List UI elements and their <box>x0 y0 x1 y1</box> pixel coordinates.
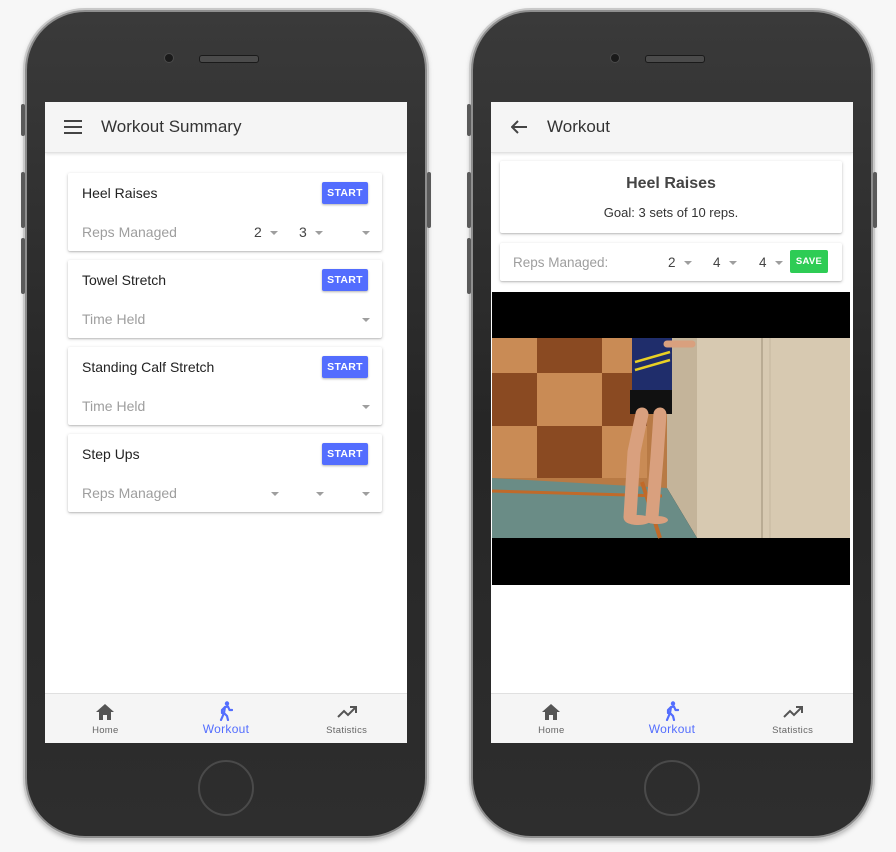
nav-home[interactable]: Home <box>491 694 612 743</box>
phone-frame-left: Workout Summary Heel Raises START Reps M… <box>21 10 431 838</box>
front-camera <box>164 53 174 63</box>
chevron-down-icon <box>362 492 370 497</box>
power-button <box>427 172 431 228</box>
measure-label: Time Held <box>82 398 146 414</box>
trending-up-icon <box>782 702 803 722</box>
video-frame <box>492 292 850 585</box>
chevron-down-icon <box>774 261 783 266</box>
start-button[interactable]: START <box>322 443 368 465</box>
chevron-down-icon <box>362 231 370 236</box>
exercise-name: Towel Stretch <box>82 272 167 288</box>
exercise-card-heel-raises: Heel Raises START Reps Managed 2 3 <box>68 173 382 251</box>
nav-label: Workout <box>648 722 696 736</box>
reps-entry-card: Reps Managed: 2 4 4 SAVE <box>500 243 842 281</box>
nav-label: Home <box>538 724 565 736</box>
walking-person-icon <box>665 701 679 721</box>
measure-label: Time Held <box>82 311 146 327</box>
screen-workout-summary: Workout Summary Heel Raises START Reps M… <box>45 102 407 743</box>
reps-dropdown-set-2[interactable] <box>308 485 324 501</box>
save-button[interactable]: SAVE <box>790 250 828 273</box>
exercise-info-card: Heel Raises Goal: 3 sets of 10 reps. <box>500 161 842 233</box>
power-button <box>873 172 877 228</box>
start-button[interactable]: START <box>322 269 368 291</box>
home-icon <box>96 702 115 722</box>
page-title: Workout Summary <box>101 117 242 136</box>
measure-label: Reps Managed <box>82 485 177 501</box>
exercise-card-step-ups: Step Ups START Reps Managed <box>68 434 382 512</box>
exercise-goal: Goal: 3 sets of 10 reps. <box>603 205 739 220</box>
reps-dropdown-set-1[interactable]: 2 <box>668 255 692 270</box>
menu-icon[interactable] <box>45 120 101 134</box>
chevron-down-icon <box>314 231 323 236</box>
exercise-name: Standing Calf Stretch <box>82 359 215 375</box>
mute-switch <box>467 104 471 136</box>
volume-up-button <box>21 172 25 228</box>
exercise-card-towel-stretch: Towel Stretch START Time Held <box>68 260 382 338</box>
exercise-video[interactable] <box>492 292 850 585</box>
reps-dropdown-set-3[interactable]: 4 <box>759 255 783 270</box>
exercise-name: Heel Raises <box>82 185 158 201</box>
reps-dropdown-set-2[interactable]: 4 <box>713 255 737 270</box>
nav-label: Workout <box>202 722 250 736</box>
chevron-down-icon <box>362 318 370 323</box>
trending-up-icon <box>336 702 357 722</box>
arrow-back-icon[interactable] <box>491 120 547 134</box>
time-dropdown[interactable] <box>354 398 370 414</box>
start-button[interactable]: START <box>322 356 368 378</box>
earpiece-speaker <box>199 55 259 63</box>
screen-workout: Workout Heel Raises Goal: 3 sets of 10 r… <box>491 102 853 743</box>
chevron-down-icon <box>316 492 324 497</box>
reps-dropdown-set-1[interactable]: 2 <box>254 224 278 240</box>
bottom-navigation: Home Workout Statistics <box>45 693 407 743</box>
volume-up-button <box>467 172 471 228</box>
earpiece-speaker <box>645 55 705 63</box>
exercise-card-standing-calf-stretch: Standing Calf Stretch START Time Held <box>68 347 382 425</box>
nav-workout[interactable]: Workout <box>612 694 733 743</box>
nav-label: Statistics <box>772 724 814 736</box>
app-bar: Workout <box>491 102 853 153</box>
nav-label: Statistics <box>326 724 368 736</box>
home-icon <box>542 702 561 722</box>
nav-workout[interactable]: Workout <box>166 694 287 743</box>
reps-dropdown-set-3[interactable] <box>354 485 370 501</box>
page-title: Workout <box>547 117 610 136</box>
mute-switch <box>21 104 25 136</box>
chevron-down-icon <box>728 261 737 266</box>
nav-statistics[interactable]: Statistics <box>732 694 853 743</box>
reps-dropdown-set-2[interactable]: 3 <box>299 224 323 240</box>
nav-home[interactable]: Home <box>45 694 166 743</box>
reps-label: Reps Managed: <box>513 255 609 270</box>
volume-down-button <box>21 238 25 294</box>
app-bar: Workout Summary <box>45 102 407 153</box>
home-button <box>644 760 700 816</box>
phone-frame-right: Workout Heel Raises Goal: 3 sets of 10 r… <box>467 10 877 838</box>
nav-label: Home <box>92 724 119 736</box>
home-button <box>198 760 254 816</box>
bottom-navigation: Home Workout Statistics <box>491 693 853 743</box>
exercise-title: Heel Raises <box>626 175 716 192</box>
volume-down-button <box>467 238 471 294</box>
reps-dropdown-set-3[interactable] <box>354 224 370 240</box>
chevron-down-icon <box>362 405 370 410</box>
chevron-down-icon <box>271 492 279 497</box>
time-dropdown[interactable] <box>354 311 370 327</box>
exercise-name: Step Ups <box>82 446 140 462</box>
nav-statistics[interactable]: Statistics <box>286 694 407 743</box>
front-camera <box>610 53 620 63</box>
chevron-down-icon <box>683 261 692 266</box>
reps-dropdown-set-1[interactable] <box>263 485 279 501</box>
measure-label: Reps Managed <box>82 224 177 240</box>
chevron-down-icon <box>269 231 278 236</box>
start-button[interactable]: START <box>322 182 368 204</box>
walking-person-icon <box>219 701 233 721</box>
